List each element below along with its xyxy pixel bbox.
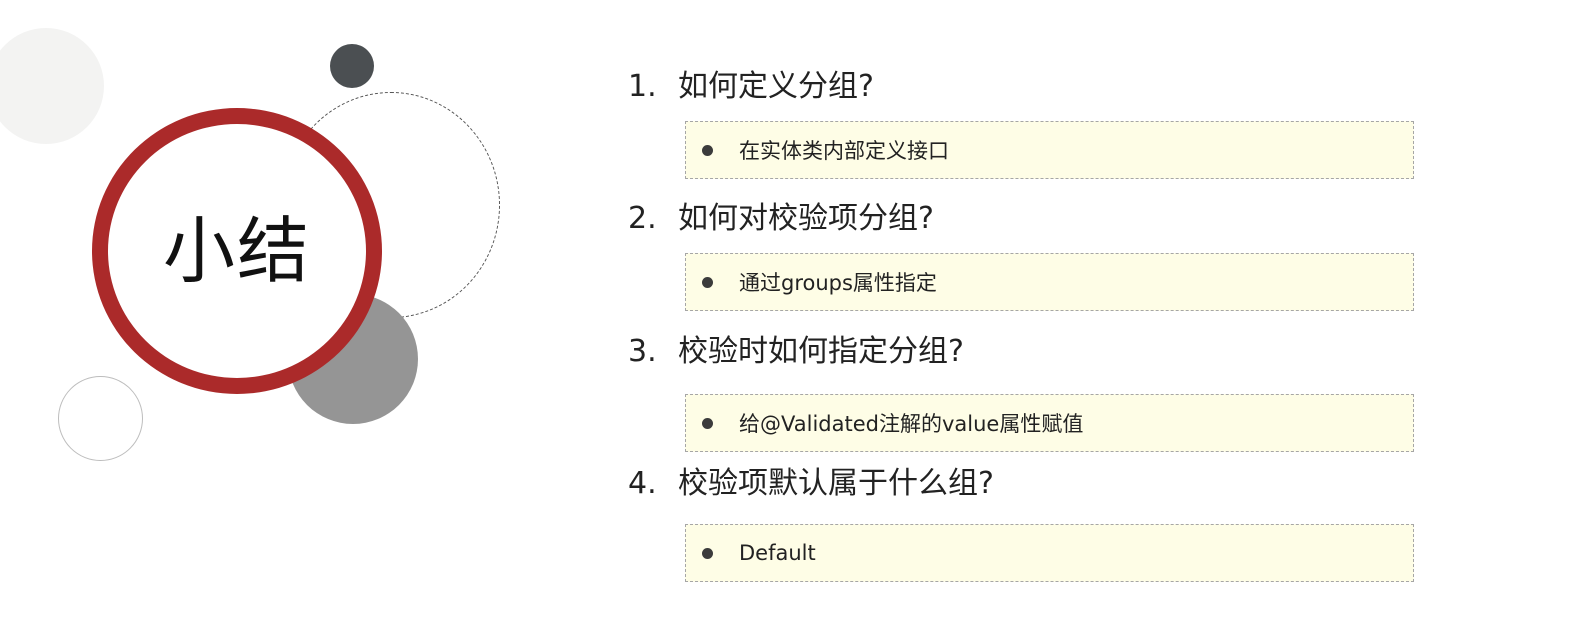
page-title: 小结 [162, 209, 311, 293]
question-text: 如何定义分组? [678, 69, 874, 104]
question-text: 如何对校验项分组? [678, 201, 934, 236]
question-text: 校验时如何指定分组? [678, 334, 964, 369]
question-number: 2. [628, 201, 657, 236]
question-text: 校验项默认属于什么组? [678, 466, 994, 501]
decor-circle-dark [330, 44, 374, 88]
decor-circle-outline [58, 376, 143, 461]
bullet-icon [702, 547, 713, 559]
question-number: 4. [628, 466, 657, 501]
answer-text: 在实体类内部定义接口 [739, 139, 949, 163]
title-ring: 小结 [92, 108, 382, 394]
bullet-icon [702, 144, 713, 156]
question-4: 4. 校验项默认属于什么组? [628, 466, 994, 502]
question-number: 1. [628, 69, 657, 104]
bullet-icon [702, 276, 713, 288]
question-1: 1. 如何定义分组? [628, 69, 874, 105]
question-2: 2. 如何对校验项分组? [628, 201, 934, 237]
answer-text: Default [739, 541, 816, 565]
answer-box-4: Default [685, 524, 1414, 582]
bullet-icon [702, 417, 713, 429]
answer-text: 通过groups属性指定 [739, 271, 937, 295]
answer-box-3: 给@Validated注解的value属性赋值 [685, 394, 1414, 452]
answer-box-1: 在实体类内部定义接口 [685, 121, 1414, 179]
answer-text: 给@Validated注解的value属性赋值 [739, 412, 1084, 436]
question-3: 3. 校验时如何指定分组? [628, 334, 964, 370]
question-number: 3. [628, 334, 657, 369]
summary-list: 1. 如何定义分组? 在实体类内部定义接口 2. 如何对校验项分组? 通过group… [628, 0, 1428, 643]
decor-circle-light [0, 28, 104, 144]
answer-box-2: 通过groups属性指定 [685, 253, 1414, 311]
